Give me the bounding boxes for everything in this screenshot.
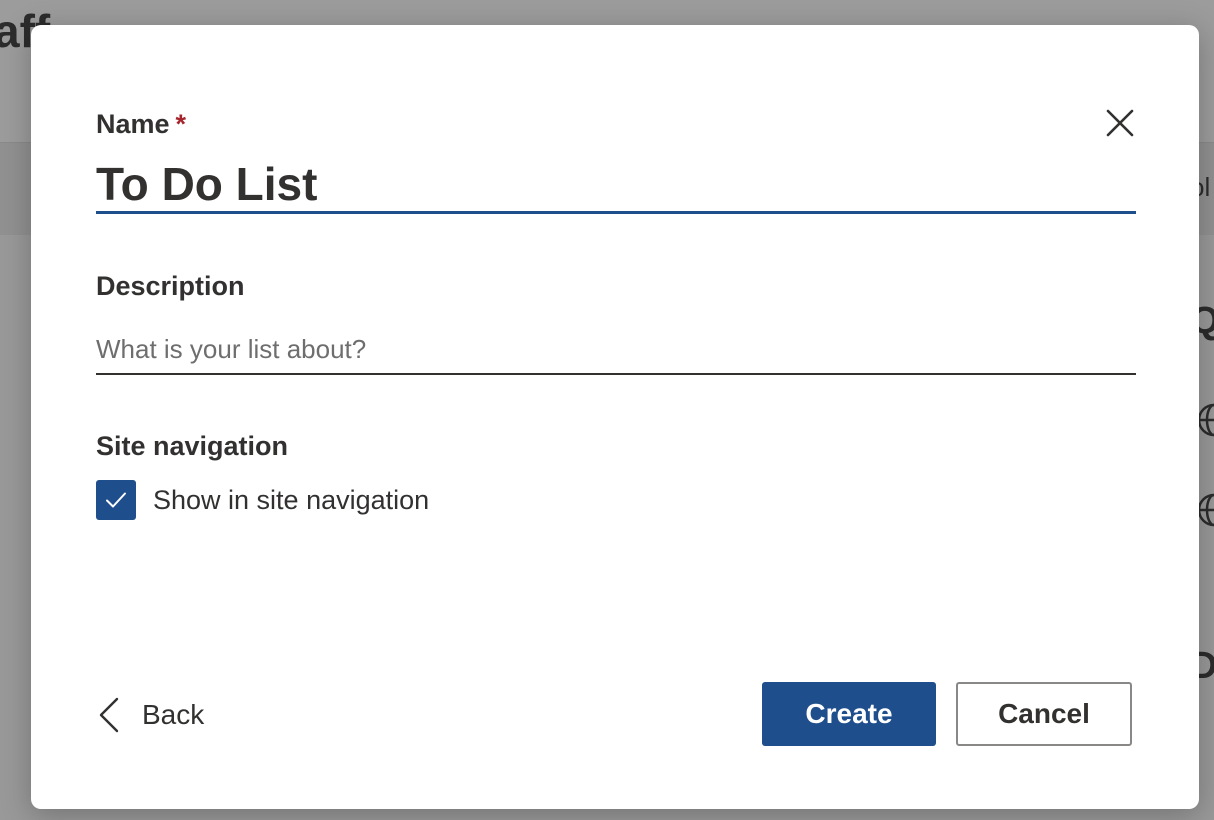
name-input[interactable] [96, 157, 1136, 214]
chevron-left-icon [99, 697, 119, 733]
required-marker: * [175, 109, 187, 139]
checkmark-icon [106, 492, 126, 508]
description-label: Description [96, 271, 245, 301]
description-input[interactable] [96, 325, 1136, 375]
back-label: Back [142, 699, 205, 730]
close-icon [1106, 109, 1134, 137]
cancel-button[interactable]: Cancel [956, 682, 1132, 746]
checkbox-box[interactable] [96, 480, 136, 520]
create-list-dialog: Name* Description Site navigation Show i… [31, 25, 1199, 809]
close-button[interactable] [1101, 104, 1139, 142]
name-label: Name * [96, 109, 186, 140]
show-in-site-navigation-checkbox[interactable]: Show in site navigation [96, 480, 429, 520]
name-label-text: Name [96, 109, 170, 139]
checkbox-label: Show in site navigation [153, 484, 430, 515]
create-button[interactable]: Create [762, 682, 936, 746]
back-button[interactable]: Back [96, 693, 204, 737]
site-navigation-label: Site navigation [96, 431, 289, 461]
